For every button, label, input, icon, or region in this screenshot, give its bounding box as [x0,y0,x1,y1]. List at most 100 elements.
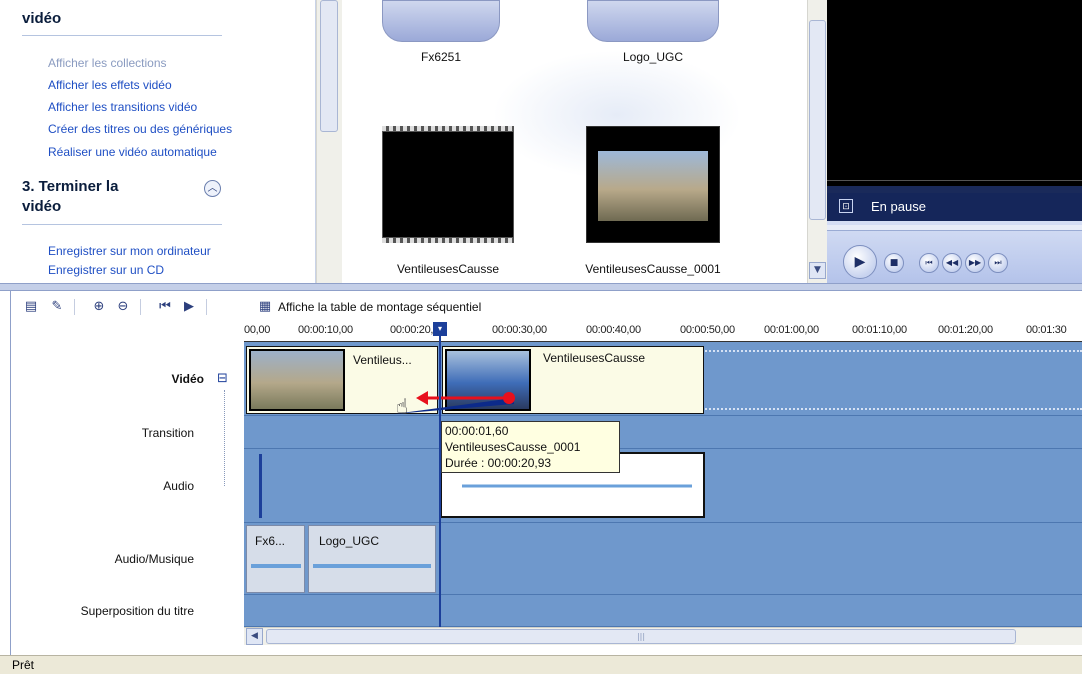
music-clip-2-name: Logo_UGC [319,534,380,548]
track-label-video: Vidéo [171,372,204,386]
collection-thumb-logo[interactable] [587,0,719,42]
collection-label-logo: Logo_UGC [622,50,684,64]
timeline-scroll-thumb[interactable]: ||| [266,629,1016,644]
ruler-tick: 00:00:50,00 [680,324,735,336]
pane-splitter[interactable] [0,283,1082,291]
forward-icon[interactable]: ▶▶ [965,253,985,273]
track-guide [702,350,1082,352]
drag-arrow-origin [503,392,515,404]
section-divider [22,35,222,36]
timeline-tracks[interactable]: Ventileus... VentileusesCausse ☝ Fx6... [244,342,1082,627]
tooltip-clip-name: VentileusesCausse_0001 [445,440,581,454]
clip-thumbnail [249,349,345,411]
task-show-video-effects[interactable]: Afficher les effets vidéo [48,78,172,92]
collection-thumb-ventileuses[interactable] [382,126,514,243]
set-audio-levels-icon[interactable]: ▤ [22,298,40,316]
playhead[interactable] [439,322,441,627]
scroll-down-icon[interactable]: ▼ [809,262,826,279]
track-label-transition: Transition [141,426,194,440]
video-clip-2-name: VentileusesCausse [543,351,646,365]
play-timeline-icon[interactable]: ▶ [180,298,198,316]
music-clip-2[interactable]: Logo_UGC [308,525,436,593]
task-show-video-transitions[interactable]: Afficher les transitions vidéo [48,100,197,114]
collapse-track-icon[interactable]: ⊟ [217,371,228,386]
video-frame-still [598,151,708,221]
collection-thumb-fx[interactable] [382,0,500,42]
music-waveform [251,556,301,576]
toolbar-separator [74,299,75,315]
track-label-audio: Audio [163,479,194,493]
position-slider[interactable] [827,225,1082,231]
tasks-pane: vidéo Afficher les collections Afficher … [0,0,316,283]
track-label-title-overlay: Superposition du titre [80,604,194,618]
toolbar-separator [140,299,141,315]
clip-tooltip: 00:00:01,60 VentileusesCausse_0001 Durée… [441,421,620,473]
audio-waveform [462,478,692,494]
narrate-mic-icon[interactable]: ✎ [48,298,66,316]
task-automovie[interactable]: Réaliser une vidéo automatique [48,145,217,159]
ruler-tick: 00:00:10,00 [298,324,353,336]
collection-label-fx: Fx6251 [420,50,462,64]
collection-pane: Fx6251 Logo_UGC VentileusesCausse Ventil… [342,0,807,283]
play-button[interactable]: ▶ [843,245,877,279]
section-divider [22,224,222,225]
preview-status: ⊡ En pause [827,193,1082,221]
status-bar: Prêt [0,655,1082,674]
toolbar-separator [206,299,207,315]
playback-controls: ▶ ■ ⏮ ◀◀ ▶▶ ⏭ [827,221,1082,283]
task-show-collections[interactable]: Afficher les collections [48,56,167,70]
playhead-handle-icon[interactable]: ▾ [433,322,447,336]
next-frame-icon[interactable]: ⏭ [988,253,1008,273]
zoom-out-icon[interactable]: ⊖ [114,298,132,316]
show-storyboard-button[interactable]: Affiche la table de montage séquentiel [278,300,481,314]
collection-scrollbar[interactable]: ▼ [807,0,827,283]
ruler-tick: 00:00:40,00 [586,324,641,336]
task-save-to-cd[interactable]: Enregistrer sur un CD [48,263,164,277]
task-save-to-computer[interactable]: Enregistrer sur mon ordinateur [48,244,211,258]
music-clip-1[interactable]: Fx6... [246,525,305,593]
tree-line [224,390,225,486]
ruler-tick: 00,00 [244,324,271,336]
track-label-music: Audio/Musique [114,552,194,566]
section-2-title: vidéo [22,10,62,27]
collapse-section-icon[interactable]: ︿ [204,180,221,197]
zoom-in-icon[interactable]: ⊕ [90,298,108,316]
collection-label-ventileuses-0001: VentileusesCausse_0001 [585,262,721,276]
tasks-scroll-thumb[interactable] [320,0,338,132]
task-create-titles[interactable]: Créer des titres ou des génériques [48,122,232,136]
tooltip-time: 00:00:01,60 [445,424,509,438]
preview-monitor: ⊡ En pause ▶ ■ ⏮ ◀◀ ▶▶ ⏭ [827,0,1082,283]
previous-frame-icon[interactable]: ⏮ [919,253,939,273]
scroll-left-icon[interactable]: ◀ [246,628,263,645]
black-frame [382,131,514,238]
stop-button[interactable]: ■ [884,253,904,273]
ruler-tick: 00:00:30,00 [492,324,547,336]
film-strip [382,238,514,243]
fullscreen-icon[interactable]: ⊡ [839,199,853,213]
video-clip-1-name: Ventileus... [353,353,412,367]
audio-start-marker[interactable] [259,454,262,518]
music-waveform [313,556,431,576]
timeline-hscrollbar[interactable]: ◀ ||| [244,627,1082,645]
preview-screen [827,0,1082,186]
timeline-ruler[interactable]: 00,00 00:00:10,00 00:00:20,00 00:00:30,0… [244,322,1082,342]
rewind-timeline-icon[interactable]: ⏮ [156,298,174,316]
collection-scroll-thumb[interactable] [809,20,826,220]
ruler-tick: 00:01:10,00 [852,324,907,336]
timeline-toolbar: ▤ ✎ ⊕ ⊖ ⏮ ▶ ▦ Affiche la table de montag… [0,291,1082,323]
movie-maker-window: vidéo Afficher les collections Afficher … [0,0,1082,674]
music-clip-1-name: Fx6... [255,534,286,548]
section-3-title-line2: vidéo [22,198,62,215]
ruler-tick: 00:01:00,00 [764,324,819,336]
seek-bar[interactable] [827,180,1082,181]
collection-thumb-ventileuses-0001[interactable] [586,126,720,243]
collection-label-ventileuses: VentileusesCausse [396,262,500,276]
hand-cursor-icon: ☝ [396,394,409,418]
track-headers: Vidéo ⊟ Transition Audio Audio/Musique S… [12,342,244,627]
transition-track[interactable] [244,416,1082,449]
playback-state: En pause [871,199,926,214]
storyboard-icon[interactable]: ▦ [256,298,274,316]
title-overlay-track[interactable] [244,595,1082,627]
rewind-icon[interactable]: ◀◀ [942,253,962,273]
tasks-scrollbar[interactable] [316,0,342,283]
